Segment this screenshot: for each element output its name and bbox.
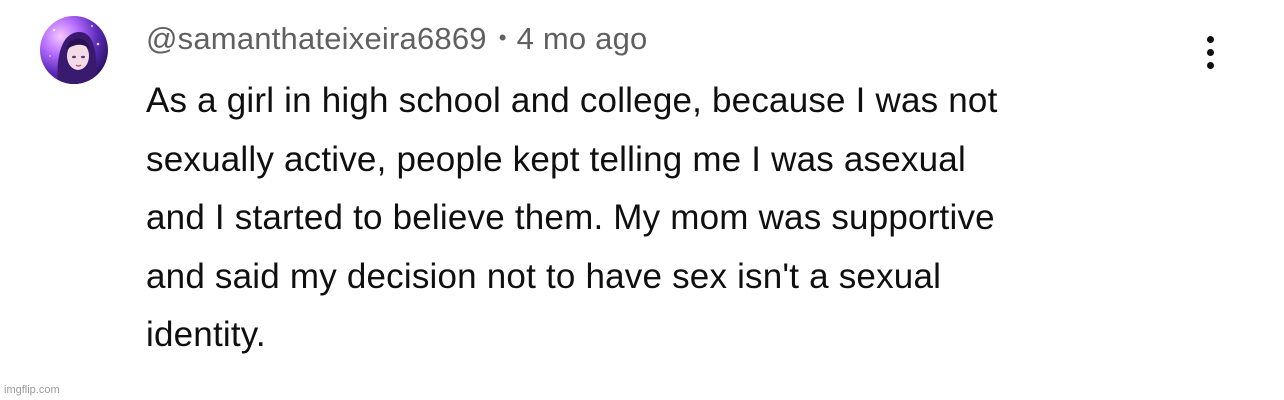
more-vertical-icon[interactable]	[1196, 32, 1226, 74]
comment-text-line: sexually active, people kept telling me …	[146, 139, 966, 179]
avatar[interactable]	[40, 16, 108, 84]
comment-text: As a girl in high school and college, be…	[146, 72, 1226, 365]
timestamp: 4 mo ago	[516, 21, 648, 56]
comment-text-line: As a girl in high school and college, be…	[146, 81, 998, 120]
comment-meta: @samanthateixeira6869 • 4 mo ago	[146, 18, 647, 59]
meta-separator: •	[498, 25, 507, 50]
comment: @samanthateixeira6869 • 4 mo ago As a girl…	[0, 0, 1284, 400]
watermark: imgflip.com	[4, 384, 60, 396]
comment-text-line: and said my decision not to have sex isn…	[146, 256, 942, 296]
username-link[interactable]: @samanthateixeira6869	[146, 21, 487, 56]
menu-dot	[1207, 62, 1214, 69]
avatar-image	[49, 25, 100, 84]
comment-text-line: identity.	[146, 315, 266, 354]
menu-dot	[1207, 36, 1214, 43]
menu-dot	[1207, 49, 1214, 56]
comment-text-line: and I started to believe them. My mom wa…	[146, 198, 995, 237]
